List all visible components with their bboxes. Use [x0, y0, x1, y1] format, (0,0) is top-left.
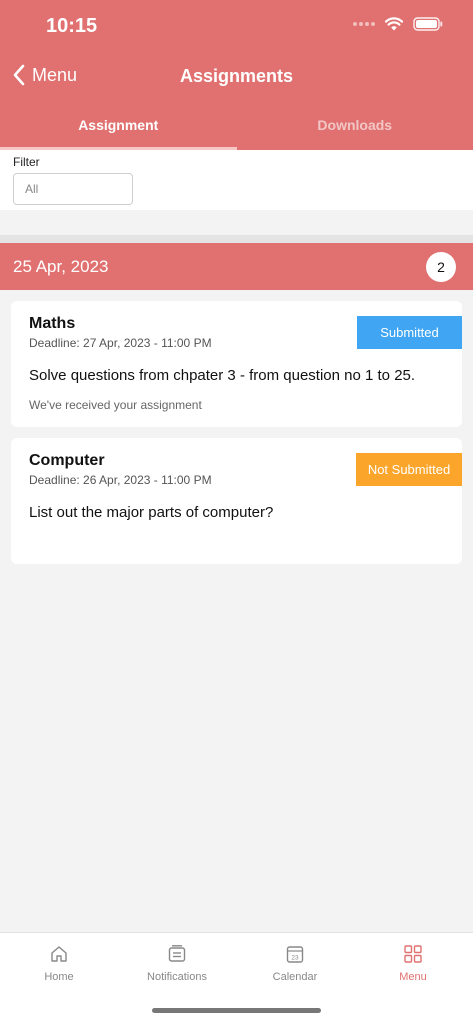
nav-item-notifications[interactable]: Notifications — [118, 933, 236, 993]
nav-bar: Menu Assignments — [0, 54, 473, 100]
tab-downloads[interactable]: Downloads — [237, 100, 473, 150]
signal-icon — [353, 22, 375, 26]
nav-item-home[interactable]: Home — [0, 933, 118, 993]
nav-label: Calendar — [272, 971, 318, 983]
nav-label: Menu — [399, 971, 427, 983]
section-separator — [0, 235, 473, 243]
battery-icon — [413, 17, 443, 31]
assignment-card[interactable]: Maths Deadline: 27 Apr, 2023 - 11:00 PM … — [11, 301, 462, 427]
filter-select[interactable]: All — [13, 173, 133, 205]
status-time: 10:15 — [46, 15, 98, 37]
nav-label: Home — [44, 971, 74, 983]
home-icon — [51, 946, 67, 962]
page-title: Assignments — [179, 66, 294, 86]
menu-grid-icon — [404, 945, 422, 963]
tab-bar: Assignment Downloads — [0, 100, 473, 150]
status-bar: 10:15 — [0, 0, 473, 54]
status-badge: Submitted — [357, 316, 462, 349]
home-indicator — [152, 1008, 321, 1013]
filter-label: Filter — [13, 155, 40, 169]
calendar-icon: 23 — [286, 946, 304, 963]
assignment-deadline: Deadline: 26 Apr, 2023 - 11:00 PM — [29, 473, 212, 487]
assignment-description: Solve questions from chpater 3 - from qu… — [29, 367, 416, 384]
filter-area: Filter All — [0, 150, 473, 210]
status-badge: Not Submitted — [356, 453, 462, 486]
app-root: 10:15 Menu Assignments Assignment Downlo… — [0, 0, 473, 1024]
status-icons — [353, 17, 443, 31]
nav-item-calendar[interactable]: 23 Calendar — [236, 933, 354, 993]
wifi-icon — [385, 17, 403, 31]
assignment-deadline: Deadline: 27 Apr, 2023 - 11:00 PM — [29, 336, 212, 350]
header: 10:15 Menu Assignments Assignment Downlo… — [0, 0, 473, 150]
calendar-icon-date: 23 — [291, 955, 299, 962]
assignment-description: List out the major parts of computer? — [29, 504, 274, 521]
assignment-subject: Computer — [29, 452, 105, 469]
notifications-icon — [168, 945, 186, 962]
tab-label: Assignment — [78, 117, 159, 133]
filter-value: All — [25, 182, 39, 196]
assignment-subject: Maths — [29, 315, 76, 332]
section-date: 25 Apr, 2023 — [13, 257, 109, 276]
nav-item-menu[interactable]: Menu — [354, 933, 472, 993]
assignment-card[interactable]: Computer Deadline: 26 Apr, 2023 - 11:00 … — [11, 438, 462, 564]
tab-assignment[interactable]: Assignment — [0, 100, 237, 150]
tab-label: Downloads — [317, 117, 393, 133]
assignment-count-badge: 2 — [426, 252, 456, 282]
nav-label: Notifications — [147, 971, 207, 983]
date-section-header: 25 Apr, 2023 2 — [0, 243, 473, 290]
assignment-note: We've received your assignment — [29, 398, 202, 412]
